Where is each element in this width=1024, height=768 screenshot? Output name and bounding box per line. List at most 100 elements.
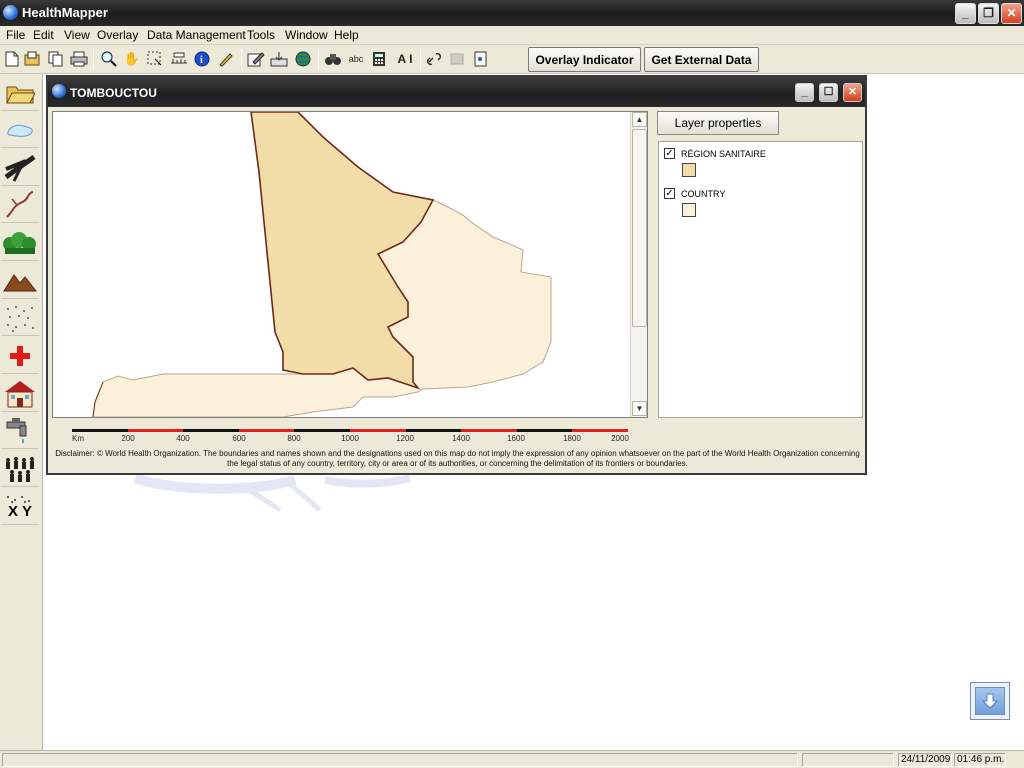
- svg-text:i: i: [200, 55, 203, 66]
- open-icon[interactable]: [24, 50, 42, 68]
- layer-region-checkbox[interactable]: ✓: [664, 148, 675, 159]
- status-date: 24/11/2009: [898, 753, 952, 767]
- status-message: [2, 753, 798, 767]
- menu-view[interactable]: View: [64, 28, 90, 42]
- menu-help[interactable]: Help: [334, 28, 359, 42]
- label-icon[interactable]: abc: [347, 50, 365, 68]
- water-tap-icon[interactable]: [1, 413, 39, 449]
- map-maximize-button[interactable]: ☐: [819, 83, 838, 102]
- river-icon[interactable]: [1, 187, 39, 223]
- calculator-icon[interactable]: [370, 50, 388, 68]
- scroll-down-button[interactable]: ▼: [632, 401, 647, 416]
- toolbar-separator: [420, 49, 421, 70]
- scale-label: Km: [72, 434, 84, 443]
- scale-label: 600: [232, 434, 246, 443]
- pan-hand-icon[interactable]: ✋: [123, 50, 141, 68]
- map-view[interactable]: ▲ ▼: [52, 111, 648, 418]
- down-arrow-icon: [975, 687, 1005, 715]
- measure-icon[interactable]: [170, 50, 188, 68]
- text-icon[interactable]: A I: [394, 50, 416, 68]
- new-icon[interactable]: [3, 50, 21, 68]
- status-bar: 24/11/2009 01:46 p.m.: [0, 750, 1024, 768]
- restore-button[interactable]: ❐: [978, 3, 999, 24]
- map-close-button[interactable]: ✕: [843, 83, 862, 102]
- menu-bar: File Edit View Overlay Data Management T…: [0, 26, 1024, 45]
- left-tool-panel: X Y: [0, 74, 43, 750]
- menu-tools[interactable]: Tools: [247, 28, 275, 42]
- status-time: 01:46 p.m.: [954, 753, 1006, 767]
- scale-label: 400: [176, 434, 190, 443]
- layer-country-swatch[interactable]: [682, 203, 696, 217]
- mountain-icon[interactable]: [1, 263, 39, 299]
- scale-bar: Km 200 400 600 800 1000 1200 1400 1600 1…: [68, 429, 629, 449]
- link-icon[interactable]: [425, 50, 443, 68]
- scale-label: 1800: [563, 434, 581, 443]
- open-folder-icon[interactable]: [1, 75, 39, 111]
- dots-icon[interactable]: [1, 300, 39, 336]
- minimize-button[interactable]: _: [955, 3, 976, 24]
- pencil-icon[interactable]: [216, 50, 234, 68]
- layer-country-checkbox[interactable]: ✓: [664, 188, 675, 199]
- map-minimize-button[interactable]: _: [795, 83, 814, 102]
- scroll-thumb[interactable]: [632, 129, 647, 327]
- health-cross-icon[interactable]: [1, 338, 39, 374]
- layer-item-country[interactable]: ✓ COUNTRY: [664, 188, 725, 199]
- globe-icon[interactable]: [294, 50, 312, 68]
- select-icon[interactable]: [146, 50, 164, 68]
- forest-icon[interactable]: [1, 225, 39, 261]
- overlay-indicator-button[interactable]: Overlay Indicator: [528, 47, 641, 72]
- map-window-title-bar[interactable]: TOMBOUCTOU _ ☐ ✕: [48, 77, 865, 107]
- layer-region-swatch[interactable]: [682, 163, 696, 177]
- xy-label: X Y: [8, 502, 32, 520]
- status-empty: [802, 753, 894, 767]
- scale-label: 1600: [507, 434, 525, 443]
- menu-overlay[interactable]: Overlay: [97, 28, 138, 42]
- import-icon[interactable]: [270, 50, 288, 68]
- map-vertical-scrollbar[interactable]: ▲ ▼: [630, 112, 647, 417]
- scale-label: 1200: [396, 434, 414, 443]
- scale-label: 2000: [611, 434, 629, 443]
- map-canvas[interactable]: [53, 112, 631, 417]
- globe-icon: [3, 5, 18, 20]
- menu-window[interactable]: Window: [285, 28, 328, 42]
- scroll-up-button[interactable]: ▲: [632, 112, 647, 127]
- menu-file[interactable]: File: [6, 28, 25, 42]
- disabled-icon[interactable]: [448, 50, 466, 68]
- layer-country-label: COUNTRY: [681, 188, 726, 199]
- binoculars-icon[interactable]: [324, 50, 342, 68]
- scale-label: 1400: [452, 434, 470, 443]
- toolbar-separator: [241, 49, 242, 70]
- edit-icon[interactable]: [247, 50, 265, 68]
- xy-coordinates-icon[interactable]: X Y: [1, 489, 39, 525]
- lake-icon[interactable]: [1, 112, 39, 148]
- scale-label: 200: [121, 434, 135, 443]
- disclaimer-text: Disclaimer: © World Health Organization.…: [55, 449, 860, 468]
- copy-icon[interactable]: [47, 50, 65, 68]
- population-icon[interactable]: [1, 451, 39, 487]
- menu-edit[interactable]: Edit: [33, 28, 54, 42]
- layer-list: ✓ RÉGION SANITAIRE ✓ COUNTRY: [658, 141, 863, 418]
- toolbar: ✋ i abc A I Overlay Indicator Get Extern…: [0, 45, 1024, 74]
- get-external-data-button[interactable]: Get External Data: [644, 47, 759, 72]
- page-icon[interactable]: [471, 50, 489, 68]
- toolbar-separator: [318, 49, 319, 70]
- layer-region-label: RÉGION SANITAIRE: [681, 148, 766, 159]
- map-window: TOMBOUCTOU _ ☐ ✕ ▲ ▼ Layer properties ✓ …: [46, 75, 867, 475]
- layer-properties-button[interactable]: Layer properties: [657, 111, 779, 135]
- print-icon[interactable]: [70, 50, 88, 68]
- scroll-down-arrow-button[interactable]: [970, 682, 1010, 720]
- zoom-icon[interactable]: [100, 50, 118, 68]
- map-window-title: TOMBOUCTOU: [70, 86, 157, 100]
- app-title-bar: HealthMapper _ ❐ ✕: [0, 0, 1024, 26]
- faded-logo: [133, 474, 411, 513]
- layer-item-region[interactable]: ✓ RÉGION SANITAIRE: [664, 148, 766, 159]
- scale-bar-segments: [72, 429, 628, 432]
- road-icon[interactable]: [1, 150, 39, 186]
- layer-panel: Layer properties ✓ RÉGION SANITAIRE ✓ CO…: [655, 111, 863, 418]
- scale-label: 1000: [341, 434, 359, 443]
- school-house-icon[interactable]: [1, 376, 39, 412]
- close-button[interactable]: ✕: [1001, 3, 1022, 24]
- menu-data-management[interactable]: Data Management: [147, 28, 246, 42]
- scale-label: 800: [287, 434, 301, 443]
- info-icon[interactable]: i: [193, 50, 211, 68]
